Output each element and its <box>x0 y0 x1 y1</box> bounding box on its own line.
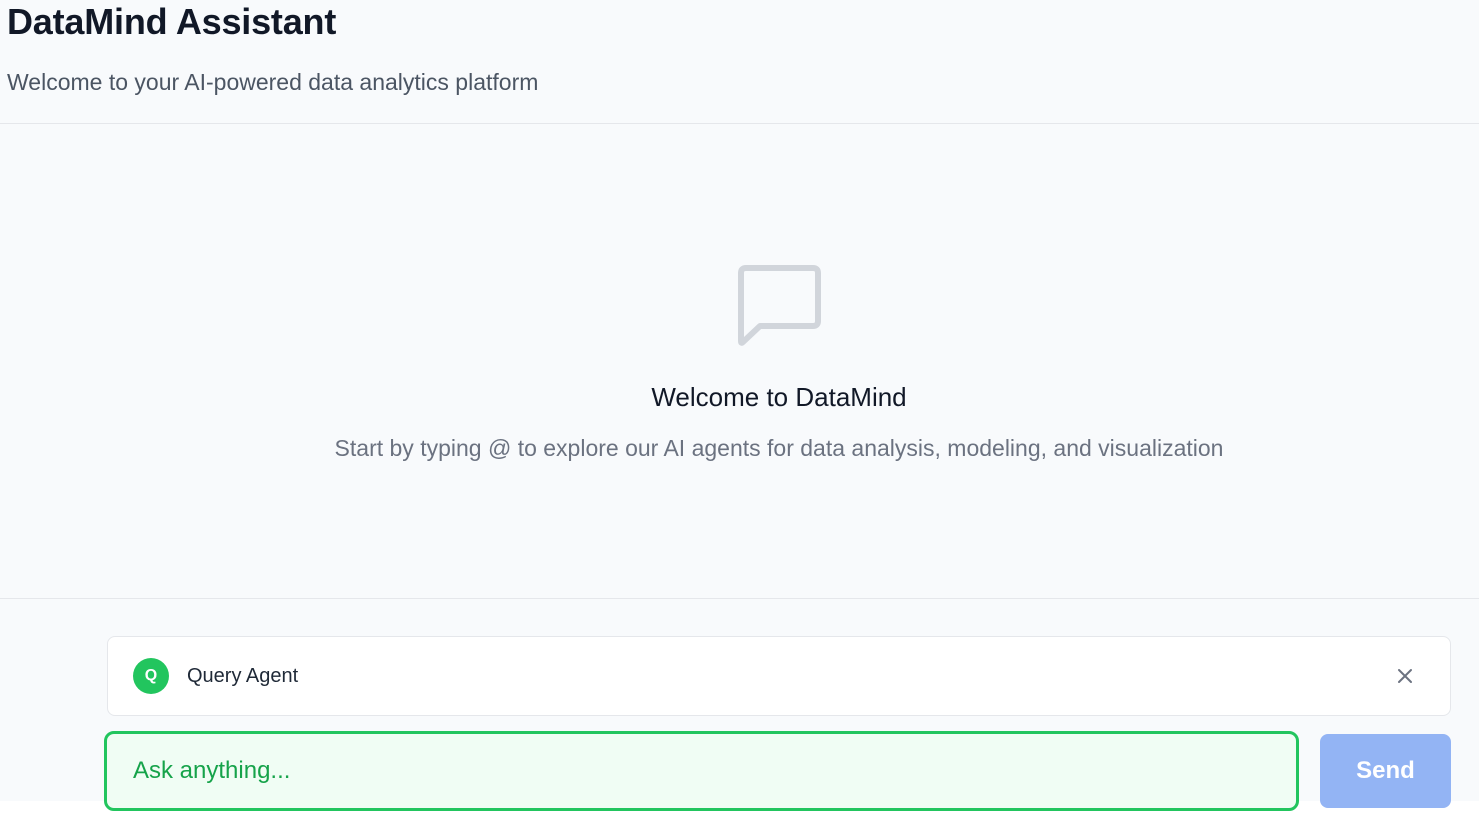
chat-input[interactable] <box>104 731 1299 811</box>
selected-agent-chip: Q Query Agent <box>107 636 1451 716</box>
agent-name: Query Agent <box>187 665 299 687</box>
page-header: DataMind Assistant Welcome to your AI-po… <box>0 0 1479 124</box>
message-area <box>0 124 1479 599</box>
welcome-title: Welcome to DataMind <box>651 382 907 412</box>
page-subtitle: Welcome to your AI-powered data analytic… <box>7 69 539 95</box>
message-square-icon <box>736 262 822 348</box>
send-button[interactable]: Send <box>1320 734 1451 808</box>
app-window: DataMind Assistant Welcome to your AI-po… <box>0 0 1479 811</box>
page-title: DataMind Assistant <box>7 1 337 42</box>
close-icon[interactable] <box>1388 659 1422 693</box>
agent-avatar: Q <box>133 658 169 694</box>
welcome-text: Start by typing @ to explore our AI agen… <box>334 435 1224 461</box>
